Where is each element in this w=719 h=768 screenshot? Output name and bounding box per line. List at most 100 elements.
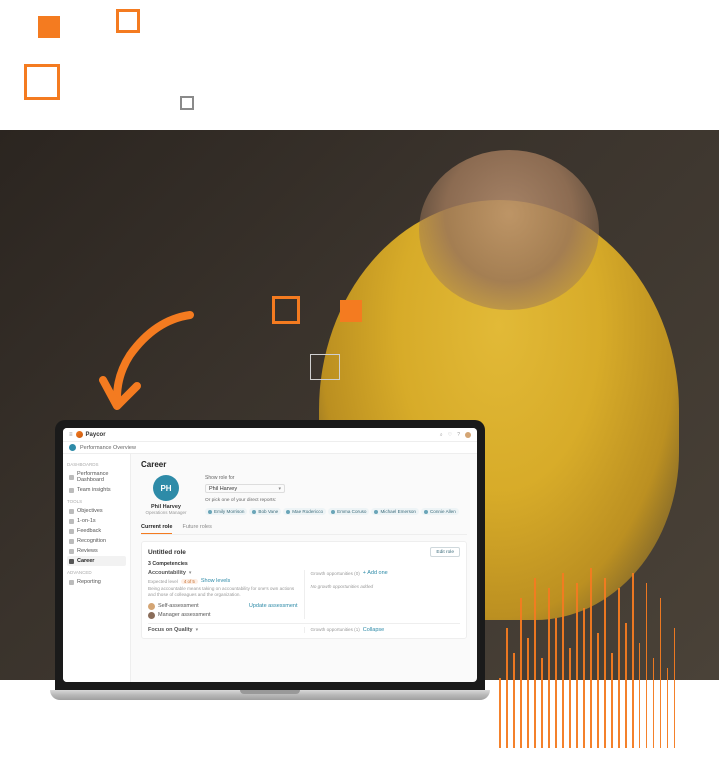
chip-label: Connie Allen <box>430 509 456 514</box>
page-title: Career <box>141 460 467 469</box>
hamburger-icon[interactable]: ≡ <box>69 432 73 438</box>
brand: ≡ Paycor <box>69 431 106 438</box>
search-icon[interactable]: ⌕ <box>440 432 443 438</box>
sidebar-item-performance-dashboard[interactable]: Performance Dashboard <box>67 469 126 485</box>
app-header: ≡ Paycor ⌕ ♡ ? <box>63 428 477 442</box>
role-card: Untitled role Edit role 3 Competencies A… <box>141 541 467 639</box>
sidebar-item-label: Reporting <box>77 579 101 585</box>
sidebar-item-label: Recognition <box>77 538 106 544</box>
competency-description: Being accountable means taking on accoun… <box>148 586 298 598</box>
avatar-dot-icon <box>208 510 212 514</box>
role-tabs: Current role Future roles <box>141 521 467 535</box>
competency-name: Accountability <box>148 570 186 576</box>
bell-icon[interactable]: ♡ <box>448 432 452 438</box>
chevron-down-icon[interactable]: ▾ <box>189 570 192 576</box>
sidebar-item-label: Team insights <box>77 487 111 493</box>
chevron-down-icon: ▾ <box>278 486 281 492</box>
star-icon <box>69 539 74 544</box>
show-levels-link[interactable]: Show levels <box>201 578 230 584</box>
report-chip[interactable]: Mae Rodericco <box>283 508 326 515</box>
self-assessment-label: Self-assessment <box>158 603 199 609</box>
review-icon <box>69 549 74 554</box>
brand-logo-icon <box>76 431 83 438</box>
sidebar-item-label: Career <box>77 558 94 564</box>
feedback-icon <box>69 529 74 534</box>
report-icon <box>69 580 74 585</box>
sidebar-item-label: Objectives <box>77 508 103 514</box>
avatar-icon <box>148 603 155 610</box>
manager-assessment-label: Manager assessment <box>158 612 211 618</box>
avatar-dot-icon <box>374 510 378 514</box>
report-chip[interactable]: Bob Vane <box>249 508 281 515</box>
level-badge: 4 of 5 <box>181 579 198 584</box>
report-chip[interactable]: Emma Coruso <box>328 508 369 515</box>
update-assessment-link[interactable]: Update assessment <box>249 603 298 609</box>
sidebar-item-team-insights[interactable]: Team insights <box>67 485 126 495</box>
breadcrumb-icon <box>69 444 76 451</box>
decor-square-fill <box>340 300 362 322</box>
sidebar-item-feedback[interactable]: Feedback <box>67 526 126 536</box>
avatar-dot-icon <box>252 510 256 514</box>
chip-label: Michael Emerson <box>380 509 416 514</box>
chip-label: Emma Coruso <box>337 509 366 514</box>
expected-level-label: Expected level <box>148 579 178 584</box>
sidebar-item-objectives[interactable]: Objectives <box>67 506 126 516</box>
report-chip[interactable]: Michael Emerson <box>371 508 419 515</box>
chip-label: Emily Morrison <box>214 509 244 514</box>
sidebar-item-label: Reviews <box>77 548 98 554</box>
decor-square-fill <box>38 16 60 38</box>
decor-scribble <box>499 568 699 768</box>
role-for-label: Show role for <box>205 475 467 481</box>
add-growth-link[interactable]: + Add one <box>363 570 388 576</box>
collapse-link[interactable]: Collapse <box>363 627 384 633</box>
sidebar-item-1on1s[interactable]: 1-on-1s <box>67 516 126 526</box>
profile-role: Operations Manager <box>145 510 186 515</box>
dashboard-icon <box>69 475 74 480</box>
decor-square-outline-orange <box>116 9 140 33</box>
career-icon <box>69 559 74 564</box>
target-icon <box>69 509 74 514</box>
help-icon[interactable]: ? <box>457 432 460 438</box>
role-for-value: Phil Harvey <box>209 486 237 492</box>
avatar-dot-icon <box>424 510 428 514</box>
tab-future-roles[interactable]: Future roles <box>182 521 211 534</box>
decor-square-outline-orange <box>272 296 300 324</box>
breadcrumb-text: Performance Overview <box>80 445 136 451</box>
edit-role-button[interactable]: Edit role <box>430 547 460 557</box>
growth-label: Growth opportunities (0) <box>311 571 360 576</box>
sidebar-item-reviews[interactable]: Reviews <box>67 546 126 556</box>
app-window: ≡ Paycor ⌕ ♡ ? Performance Overview <box>63 428 477 682</box>
role-for-select[interactable]: Phil Harvey ▾ <box>205 484 285 493</box>
avatar[interactable] <box>465 432 471 438</box>
laptop-mockup: ≡ Paycor ⌕ ♡ ? Performance Overview <box>50 420 490 720</box>
laptop-base <box>50 690 490 700</box>
decor-square-outline-gray <box>180 96 194 110</box>
sidebar-group-label: ADVANCED <box>67 570 126 575</box>
chip-label: Mae Rodericco <box>292 509 323 514</box>
decor-square-outline-orange <box>24 64 60 100</box>
sidebar-group-label: TOOLS <box>67 499 126 504</box>
role-for-hint: Or pick one of your direct reports: <box>205 498 467 503</box>
sidebar-item-career[interactable]: Career <box>67 556 126 566</box>
breadcrumb: Performance Overview <box>63 442 477 454</box>
avatar-dot-icon <box>331 510 335 514</box>
sidebar-item-recognition[interactable]: Recognition <box>67 536 126 546</box>
insights-icon <box>69 488 74 493</box>
growth-empty: No growth opportunities added <box>311 584 461 589</box>
competencies-heading: 3 Competencies <box>148 561 460 567</box>
chat-icon <box>69 519 74 524</box>
sidebar-item-label: 1-on-1s <box>77 518 96 524</box>
card-title: Untitled role <box>148 549 186 556</box>
sidebar-group-label: DASHBOARDS <box>67 462 126 467</box>
report-chip[interactable]: Emily Morrison <box>205 508 247 515</box>
avatar-icon <box>148 612 155 619</box>
report-chip[interactable]: Connie Allen <box>421 508 459 515</box>
sidebar-item-label: Feedback <box>77 528 101 534</box>
chip-label: Bob Vane <box>258 509 278 514</box>
sidebar-item-reporting[interactable]: Reporting <box>67 577 126 587</box>
sidebar-item-label: Performance Dashboard <box>77 471 124 483</box>
tab-current-role[interactable]: Current role <box>141 521 172 534</box>
avatar-dot-icon <box>286 510 290 514</box>
arrow-icon <box>95 310 205 420</box>
chevron-down-icon[interactable]: ▾ <box>196 627 199 633</box>
